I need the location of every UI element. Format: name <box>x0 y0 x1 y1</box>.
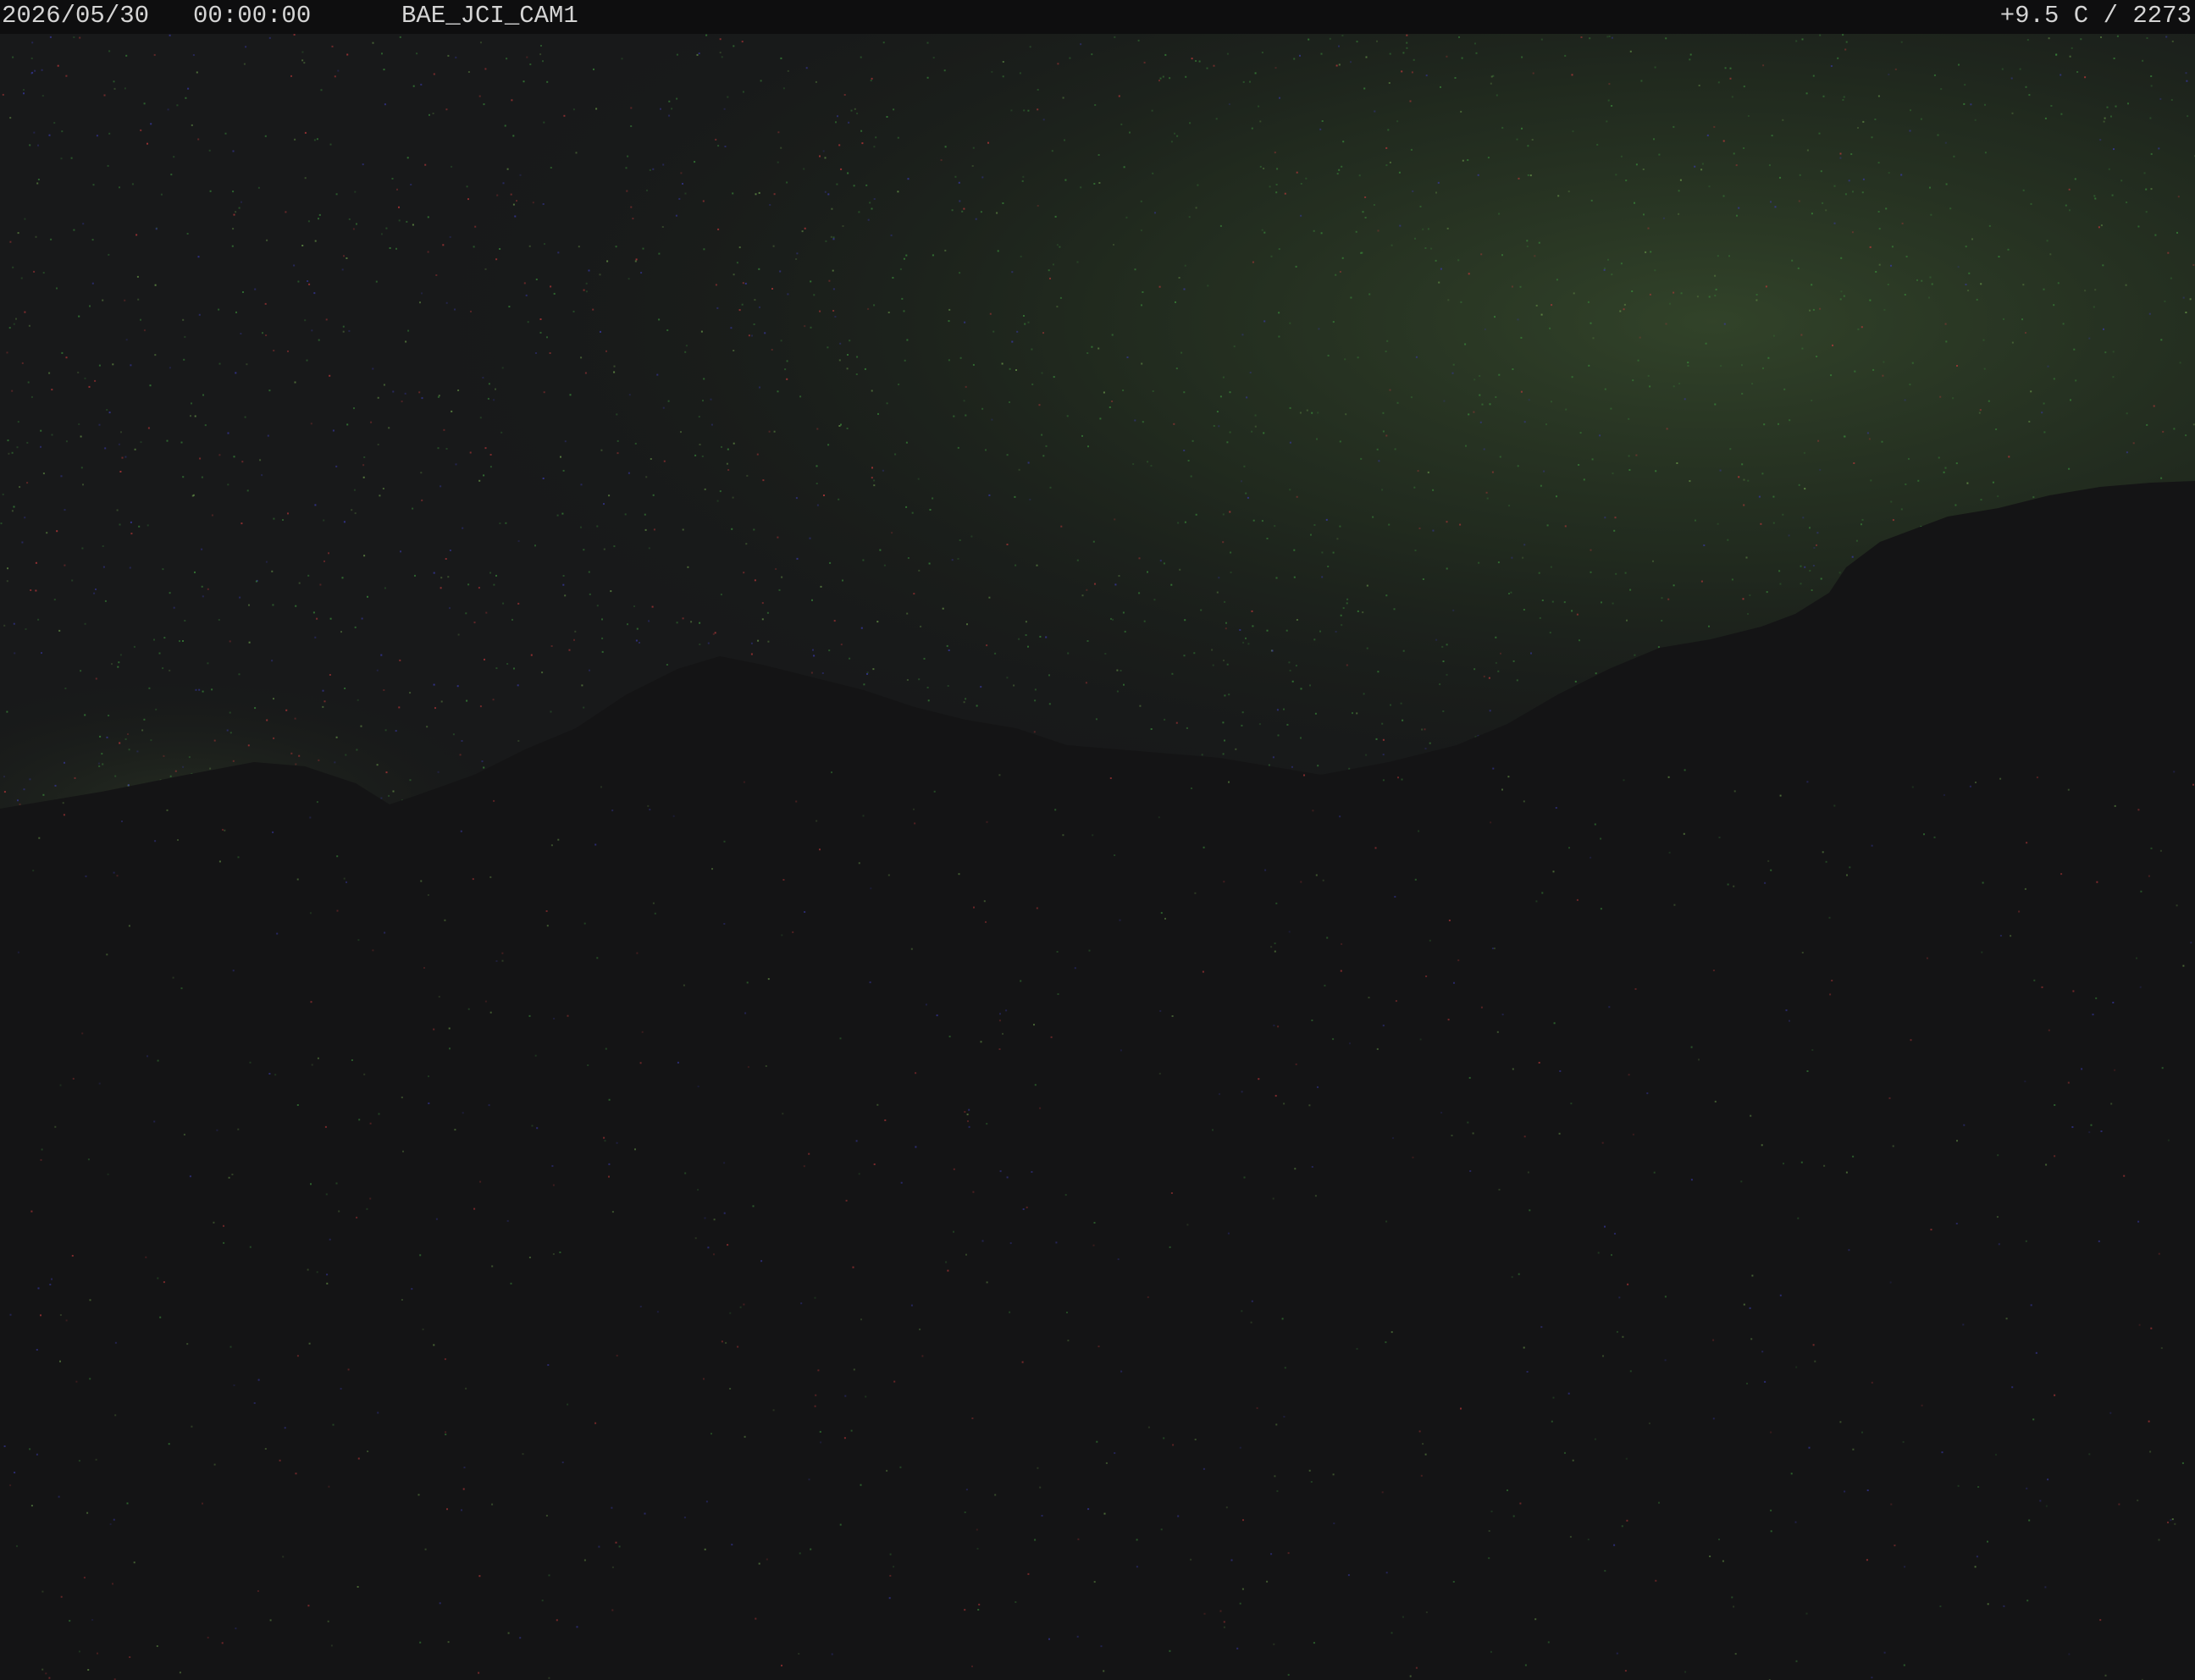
timestamp-date: 2026/05/30 <box>2 2 150 30</box>
camera-id-label: BAE_JCI_CAM1 <box>401 2 578 30</box>
temperature-readout: +9.5 C / 2273 <box>1999 2 2192 30</box>
night-mountain-scene <box>0 0 2195 1680</box>
timestamp-time: 00:00:00 <box>193 2 312 30</box>
camera-overlay-bar: 2026/05/30 00:00:00 BAE_JCI_CAM1 +9.5 C … <box>0 0 2195 34</box>
webcam-frame: 2026/05/30 00:00:00 BAE_JCI_CAM1 +9.5 C … <box>0 0 2195 1680</box>
